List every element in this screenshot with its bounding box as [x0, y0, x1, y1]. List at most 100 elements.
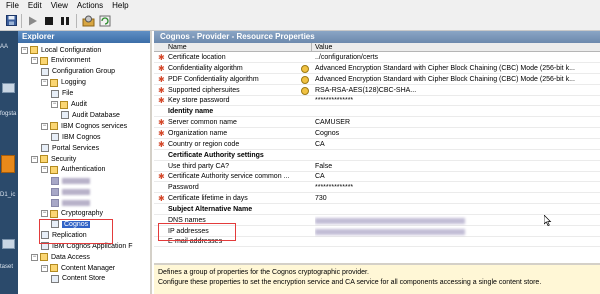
tree-item-label: Cryptography	[61, 210, 104, 217]
tree-item[interactable]	[51, 187, 90, 197]
redacted-text	[62, 177, 90, 184]
property-value[interactable]: RSA-RSA-AES(128)CBC-SHA...	[315, 86, 599, 96]
folder-icon	[50, 122, 58, 131]
folder-icon	[50, 78, 58, 87]
lock-icon	[301, 75, 309, 84]
background-label: fogsta	[0, 111, 17, 117]
collapse-icon[interactable]: −	[41, 79, 48, 87]
property-row[interactable]: Use third party CA? False	[154, 162, 600, 172]
property-name: Certificate location	[168, 54, 226, 61]
property-value[interactable]: CA	[315, 140, 599, 150]
property-value[interactable]: **************	[315, 96, 599, 106]
mouse-cursor-icon	[544, 215, 552, 226]
tree-item[interactable]	[51, 198, 90, 208]
tree-item-label: Data Access	[51, 253, 90, 261]
tree-item[interactable]	[51, 176, 90, 186]
redacted-text	[62, 199, 90, 206]
highlight-box	[39, 219, 113, 244]
tree-item-label: Local Configuration	[41, 46, 102, 54]
refresh-icon[interactable]	[98, 14, 112, 27]
tree-item-label: Configuration Group	[52, 68, 116, 76]
property-value[interactable]: 730	[315, 194, 599, 204]
collapse-icon[interactable]: −	[31, 57, 38, 65]
property-row[interactable]: ✱ Key store password **************	[154, 96, 600, 107]
collapse-icon[interactable]: −	[41, 166, 48, 174]
tree-item-label: File	[62, 90, 74, 98]
collapse-icon[interactable]: −	[41, 210, 48, 217]
tree-item[interactable]: − Audit	[51, 100, 87, 110]
background-label: D1_ic	[0, 192, 16, 198]
description-panel: Defines a group of properties for the Co…	[154, 263, 600, 294]
tree-item[interactable]: − Authentication	[41, 165, 105, 175]
collapse-icon[interactable]: −	[51, 101, 58, 108]
folder-icon	[50, 209, 58, 218]
tree-item-label: Environment	[51, 57, 91, 65]
property-row[interactable]: ✱ Certificate Authority service common ..…	[154, 172, 600, 183]
tree-item[interactable]: − Cryptography	[41, 209, 103, 219]
property-name: Use third party CA?	[168, 162, 230, 170]
property-row[interactable]: ✱ Supported ciphersuites RSA-RSA-AES(128)C…	[154, 86, 600, 96]
menu-item-file[interactable]: File	[6, 1, 19, 10]
tree-item[interactable]: File	[51, 89, 73, 99]
menu-item-actions[interactable]: Actions	[77, 1, 103, 10]
collapse-icon[interactable]: −	[41, 264, 48, 272]
tree-item[interactable]: Configuration Group	[41, 67, 115, 77]
redacted-text	[315, 217, 465, 224]
property-name: Key store password	[168, 97, 230, 105]
property-value[interactable]: CAMUSER	[315, 118, 599, 128]
folder-icon	[50, 165, 58, 174]
property-name: Subject Alternative Name	[168, 205, 253, 213]
collapse-icon[interactable]: −	[41, 122, 48, 130]
tree-item[interactable]: IBM Cognos	[51, 132, 101, 142]
tree-item[interactable]: Portal Services	[41, 143, 99, 153]
pause-icon[interactable]	[58, 14, 72, 27]
collapse-icon[interactable]: −	[31, 253, 38, 261]
property-row[interactable]: ✱ Confidentiality algorithm Advanced Encry…	[154, 64, 600, 74]
tree-item[interactable]: − Security	[31, 154, 76, 164]
required-icon: ✱	[158, 194, 165, 204]
property-value[interactable]: False	[315, 162, 599, 172]
tree-item[interactable]: − Data Access	[31, 252, 90, 262]
background-window: AA fogsta D1_ic taset	[0, 31, 18, 294]
required-icon: ✱	[158, 96, 165, 106]
node-icon	[61, 111, 69, 120]
property-name: Identity name	[168, 108, 214, 116]
play-icon[interactable]	[26, 14, 40, 27]
property-value[interactable]: CA	[315, 172, 599, 182]
tree-item[interactable]: Audit Database	[61, 110, 120, 120]
menu-item-edit[interactable]: Edit	[28, 1, 42, 10]
property-row[interactable]: ✱ Organization name Cognos	[154, 129, 600, 139]
property-row[interactable]: ✱ Country or region code CA	[154, 140, 600, 150]
tree-item[interactable]: − Content Manager	[41, 263, 115, 273]
property-value[interactable]: Advanced Encryption Standard with Cipher…	[315, 75, 599, 85]
property-value[interactable]: ../configuration/certs	[315, 53, 599, 63]
tree-item[interactable]: − Logging	[41, 78, 86, 88]
property-row[interactable]: Password **************	[154, 183, 600, 194]
menu-item-view[interactable]: View	[51, 1, 68, 10]
property-row[interactable]: ✱ Certificate location ../configuration/ce…	[154, 53, 600, 63]
property-name: PDF Confidentiality algorithm	[168, 75, 259, 83]
save-icon[interactable]	[4, 14, 18, 27]
column-header-value[interactable]: Value	[315, 43, 332, 52]
properties-title: Cognos - Provider - Resource Properties	[154, 31, 600, 43]
property-row[interactable]: ✱ Certificate lifetime in days 730	[154, 194, 600, 205]
property-value[interactable]: **************	[315, 183, 599, 193]
tree-item-label: IBM Cognos	[62, 133, 101, 141]
folder-icon	[30, 46, 38, 54]
property-value[interactable]: Advanced Encryption Standard with Cipher…	[315, 64, 599, 74]
tree-item[interactable]: − Environment	[31, 56, 90, 66]
property-name: Supported ciphersuites	[168, 86, 240, 94]
property-value[interactable]: Cognos	[315, 129, 599, 139]
property-row[interactable]: ✱ Server common name CAMUSER	[154, 118, 600, 129]
tools-icon[interactable]	[81, 14, 95, 27]
menu-item-help[interactable]: Help	[112, 1, 128, 10]
tree-item[interactable]: − IBM Cognos services	[41, 121, 127, 131]
column-header-name[interactable]: Name	[168, 43, 187, 52]
tree-item-label: Content Manager	[61, 264, 116, 272]
collapse-icon[interactable]: −	[21, 46, 28, 54]
collapse-icon[interactable]: −	[31, 155, 38, 163]
tree-item[interactable]: − Local Configuration	[21, 45, 101, 55]
tree-item[interactable]: Content Store	[51, 274, 105, 284]
stop-icon[interactable]	[42, 14, 56, 27]
property-row[interactable]: ✱ PDF Confidentiality algorithm Advanced E…	[154, 75, 600, 85]
